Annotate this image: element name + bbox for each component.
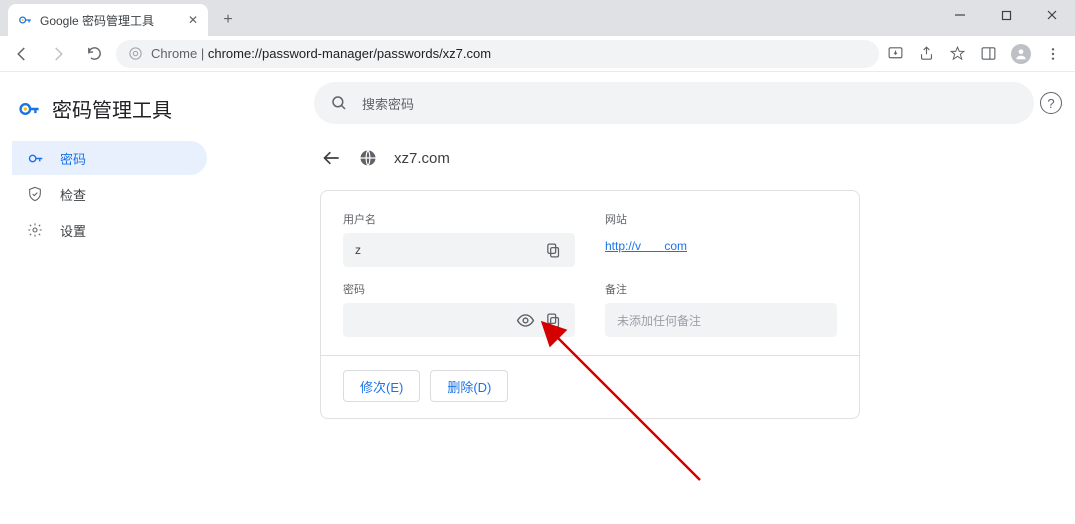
address-bar[interactable]: Chrome | chrome://password-manager/passw…: [116, 40, 879, 68]
sidebar-menu: 密码 检查 设置: [12, 141, 300, 247]
password-card: 用户名 z 网站 http://v com 密码: [320, 190, 860, 419]
close-icon[interactable]: ✕: [188, 13, 198, 27]
new-tab-button[interactable]: +: [214, 6, 242, 34]
card-actions: 修次(E) 删除(D): [343, 370, 837, 402]
detail-heading: xz7.com: [322, 148, 1055, 168]
note-section: 备注 未添加任何备注: [605, 281, 837, 337]
window-controls: [937, 0, 1075, 36]
password-field[interactable]: [343, 303, 575, 337]
brand: 密码管理工具: [12, 90, 300, 141]
sidebar-item-settings[interactable]: 设置: [12, 213, 207, 247]
key-icon: [26, 150, 44, 167]
tab-title: Google 密码管理工具: [40, 12, 180, 29]
copy-icon[interactable]: [539, 236, 567, 264]
page-content: 密码管理工具 密码 检查 设置 搜索密码 ? xz7.com: [0, 72, 1075, 524]
maximize-button[interactable]: [983, 0, 1029, 30]
url-path: chrome://password-manager/passwords/xz7.…: [208, 46, 491, 61]
forward-button[interactable]: [44, 40, 72, 68]
main-panel: 搜索密码 ? xz7.com 用户名 z 网站 http://v co: [300, 72, 1075, 524]
install-icon[interactable]: [887, 45, 904, 62]
website-link[interactable]: http://v com: [605, 233, 837, 253]
eye-icon[interactable]: [511, 306, 539, 334]
username-field[interactable]: z: [343, 233, 575, 267]
search-bar[interactable]: 搜索密码 ?: [314, 82, 1034, 124]
toolbar-right: [887, 44, 1067, 64]
url-prefix: Chrome: [151, 46, 197, 61]
url-sep: |: [197, 46, 208, 61]
browser-tab[interactable]: Google 密码管理工具 ✕: [8, 4, 208, 36]
page-title: 密码管理工具: [52, 94, 172, 123]
help-icon[interactable]: ?: [1040, 92, 1062, 114]
sidebar-item-checkup[interactable]: 检查: [12, 177, 207, 211]
profile-avatar[interactable]: [1011, 44, 1031, 64]
sidebar-item-passwords[interactable]: 密码: [12, 141, 207, 175]
note-placeholder: 未添加任何备注: [617, 312, 701, 329]
browser-toolbar: Chrome | chrome://password-manager/passw…: [0, 36, 1075, 72]
chrome-icon: [128, 46, 143, 61]
note-field[interactable]: 未添加任何备注: [605, 303, 837, 337]
search-placeholder: 搜索密码: [362, 94, 414, 113]
close-window-button[interactable]: [1029, 0, 1075, 30]
back-button[interactable]: [8, 40, 36, 68]
sidebar-item-label: 密码: [60, 149, 86, 168]
side-panel-icon[interactable]: [980, 45, 997, 62]
share-icon[interactable]: [918, 45, 935, 62]
sidebar-item-label: 检查: [60, 185, 86, 204]
url-text: Chrome | chrome://password-manager/passw…: [151, 46, 491, 61]
search-icon: [330, 94, 348, 112]
window-titlebar: Google 密码管理工具 ✕ +: [0, 0, 1075, 36]
reload-button[interactable]: [80, 40, 108, 68]
password-label: 密码: [343, 281, 575, 297]
password-section: 密码: [343, 281, 575, 337]
gear-icon: [26, 222, 44, 238]
edit-button[interactable]: 修次(E): [343, 370, 420, 402]
note-label: 备注: [605, 281, 837, 297]
sidebar: 密码管理工具 密码 检查 设置: [0, 72, 300, 524]
copy-icon[interactable]: [539, 306, 567, 334]
bookmark-icon[interactable]: [949, 45, 966, 62]
site-title: xz7.com: [394, 150, 450, 167]
divider: [321, 355, 859, 356]
website-section: 网站 http://v com: [605, 211, 837, 267]
globe-icon: [358, 148, 378, 168]
username-value: z: [355, 243, 539, 257]
delete-button[interactable]: 删除(D): [430, 370, 508, 402]
website-label: 网站: [605, 211, 837, 227]
key-icon: [18, 98, 40, 120]
username-section: 用户名 z: [343, 211, 575, 267]
minimize-button[interactable]: [937, 0, 983, 30]
shield-check-icon: [26, 186, 44, 202]
sidebar-item-label: 设置: [60, 221, 86, 240]
key-icon: [18, 13, 32, 27]
menu-icon[interactable]: [1045, 46, 1061, 62]
back-arrow-icon[interactable]: [322, 148, 342, 168]
username-label: 用户名: [343, 211, 575, 227]
